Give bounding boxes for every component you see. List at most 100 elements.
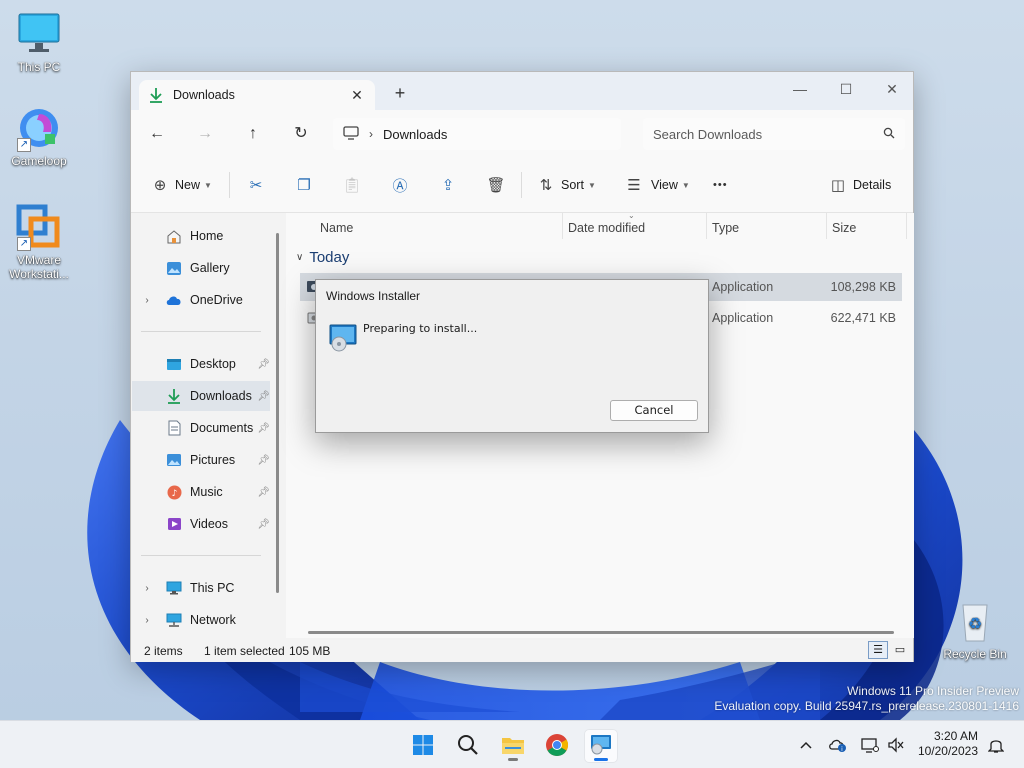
notification-bell-icon[interactable] <box>986 735 1006 755</box>
desktop-icon-label: VMware Workstati... <box>9 253 69 281</box>
column-header-type[interactable]: Type <box>712 221 739 235</box>
sidebar-item-desktop[interactable]: Desktop 📌︎ <box>132 349 270 379</box>
column-header-name[interactable]: Name <box>320 221 353 235</box>
details-button[interactable]: ◫ Details <box>827 173 891 197</box>
command-bar: ⊕ New ▼ ✂ ❐ 📋︎ Ⓐ ⇪ 🗑︎ ⇅ Sort ▼ ☰ View ▼ … <box>131 158 913 213</box>
watermark-line: Evaluation copy. Build 25947.rs_prerelea… <box>714 699 1019 713</box>
new-button[interactable]: ⊕ New ▼ <box>149 173 212 197</box>
pin-icon[interactable]: 📌︎ <box>257 519 270 530</box>
breadcrumb-separator: › <box>369 127 373 141</box>
view-button[interactable]: ☰ View ▼ <box>623 173 690 197</box>
plus-circle-icon: ⊕ <box>153 177 167 194</box>
volume-muted-icon[interactable] <box>886 735 906 755</box>
sidebar-item-network[interactable]: › Network <box>132 605 270 635</box>
tiles-view-icon[interactable]: ▭ <box>890 641 910 659</box>
show-hidden-icons-chevron-up-icon[interactable] <box>796 735 816 755</box>
taskbar-file-explorer[interactable] <box>496 729 530 763</box>
pin-icon[interactable]: 📌︎ <box>257 391 270 402</box>
column-header-date-modified[interactable]: Date modified <box>568 221 645 235</box>
tab-close-icon[interactable]: ✕ <box>349 87 365 104</box>
forward-arrow-icon[interactable]: → <box>193 122 217 146</box>
share-button[interactable]: ⇪ <box>437 173 459 197</box>
back-arrow-icon[interactable]: ← <box>145 122 169 146</box>
desktop-icon-recycle-bin[interactable]: ♻ Recycle Bin <box>937 597 1013 661</box>
taskbar-search-button[interactable] <box>451 729 485 763</box>
divider <box>521 172 522 198</box>
cancel-button[interactable]: Cancel <box>610 400 698 421</box>
column-header-size[interactable]: Size <box>832 221 856 235</box>
view-list-icon: ☰ <box>627 177 641 194</box>
search-input[interactable]: Search Downloads <box>643 118 905 150</box>
tab-downloads[interactable]: Downloads ✕ <box>139 80 375 110</box>
pin-icon[interactable]: 📌︎ <box>257 487 270 498</box>
sidebar-item-home[interactable]: Home <box>132 221 270 251</box>
breadcrumb[interactable]: › Downloads <box>333 118 621 150</box>
download-arrow-icon <box>149 87 163 103</box>
column-divider[interactable] <box>706 213 707 239</box>
title-bar: Downloads ✕ + — ☐ ✕ <box>131 72 913 110</box>
sidebar-item-music[interactable]: ♪ Music 📌︎ <box>132 477 270 507</box>
scrollbar[interactable] <box>308 631 894 634</box>
taskbar-chrome[interactable] <box>540 729 574 763</box>
delete-button[interactable]: 🗑︎ <box>485 173 507 197</box>
group-header-today[interactable]: ∨ Today <box>296 249 349 266</box>
chevron-right-icon[interactable]: › <box>140 615 154 626</box>
desktop-icon-label: Recycle Bin <box>943 647 1007 661</box>
monitor-icon <box>343 125 359 143</box>
onedrive-info-icon[interactable]: i <box>828 735 848 755</box>
close-button[interactable]: ✕ <box>869 76 915 104</box>
pin-icon[interactable]: 📌︎ <box>257 423 270 434</box>
network-status-icon[interactable] <box>860 735 880 755</box>
taskbar-clock[interactable]: 3:20 AM 10/20/2023 <box>912 729 978 759</box>
sort-button[interactable]: ⇅ Sort ▼ <box>535 173 596 197</box>
column-divider[interactable] <box>826 213 827 239</box>
desktop-icon-this-pc[interactable]: This PC <box>1 10 77 74</box>
breadcrumb-item-downloads[interactable]: Downloads <box>383 127 447 142</box>
desktop-icon-gameloop[interactable]: ↗ Gameloop <box>1 104 77 168</box>
sidebar-item-this-pc[interactable]: › This PC <box>132 573 270 603</box>
sidebar-item-gallery[interactable]: Gallery <box>132 253 270 283</box>
status-selection: 1 item selected <box>204 644 285 658</box>
home-icon <box>164 228 184 244</box>
taskbar-windows-installer[interactable] <box>584 729 618 763</box>
column-divider[interactable] <box>562 213 563 239</box>
status-selection-size: 105 MB <box>289 644 331 658</box>
sidebar-item-downloads[interactable]: Downloads 📌︎ <box>132 381 270 411</box>
pin-icon[interactable]: 📌︎ <box>257 359 270 370</box>
cloud-icon <box>164 292 184 308</box>
document-icon <box>164 420 184 436</box>
sidebar-item-videos[interactable]: Videos 📌︎ <box>132 509 270 539</box>
sidebar-item-documents[interactable]: Documents 📌︎ <box>132 413 270 443</box>
more-options-button[interactable]: ••• <box>713 173 728 197</box>
minimize-button[interactable]: — <box>777 76 823 104</box>
maximize-button[interactable]: ☐ <box>823 76 869 104</box>
cut-button[interactable]: ✂ <box>245 173 267 197</box>
search-icon <box>883 127 895 142</box>
paste-button[interactable]: 📋︎ <box>341 173 363 197</box>
sidebar-item-label: Gallery <box>190 261 230 275</box>
details-view-icon[interactable]: ☰ <box>868 641 888 659</box>
more-icon: ••• <box>713 179 728 191</box>
sidebar-item-onedrive[interactable]: › OneDrive <box>132 285 270 315</box>
sidebar-item-pictures[interactable]: Pictures 📌︎ <box>132 445 270 475</box>
status-item-count: 2 items <box>144 644 183 658</box>
new-tab-button[interactable]: + <box>389 83 411 104</box>
copy-button[interactable]: ❐ <box>293 173 315 197</box>
column-divider[interactable] <box>906 213 907 239</box>
rename-button[interactable]: Ⓐ <box>389 173 411 197</box>
desktop-icon-vmware[interactable]: ↗ VMware Workstati... <box>1 203 77 281</box>
gameloop-icon: ↗ <box>15 104 63 152</box>
running-indicator <box>594 758 608 761</box>
start-button[interactable] <box>406 729 440 763</box>
sidebar-item-label: Music <box>190 485 223 499</box>
scrollbar[interactable] <box>276 233 279 593</box>
chevron-right-icon[interactable]: › <box>140 295 154 306</box>
up-arrow-icon[interactable]: ↑ <box>241 122 265 146</box>
gallery-icon <box>164 260 184 276</box>
windows-installer-dialog: Windows Installer Preparing to install..… <box>315 279 709 433</box>
chevron-down-icon: ▼ <box>587 180 596 190</box>
chevron-right-icon[interactable]: › <box>140 583 154 594</box>
installer-icon <box>589 734 613 759</box>
refresh-icon[interactable]: ↻ <box>289 122 313 146</box>
pin-icon[interactable]: 📌︎ <box>257 455 270 466</box>
